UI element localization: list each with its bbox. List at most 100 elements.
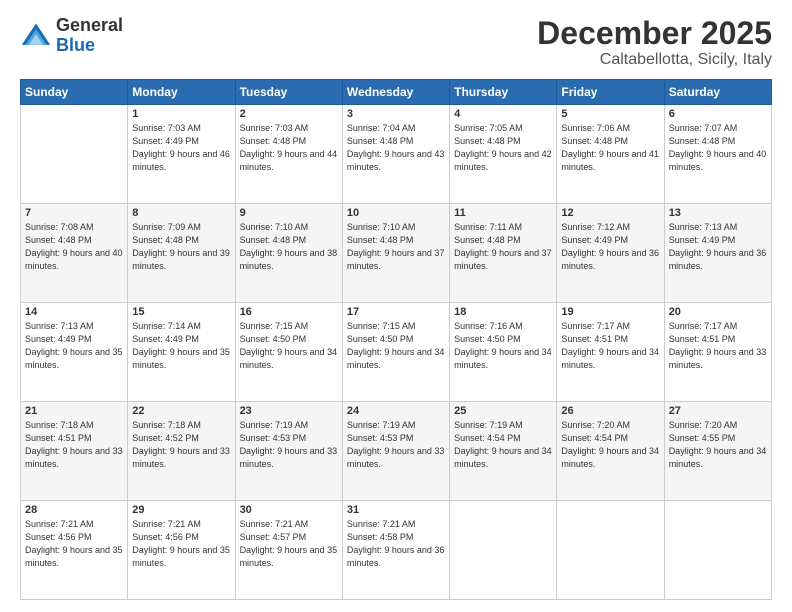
calendar-cell: 31Sunrise: 7:21 AMSunset: 4:58 PMDayligh… bbox=[342, 501, 449, 600]
col-header-friday: Friday bbox=[557, 80, 664, 105]
day-number: 9 bbox=[240, 207, 338, 219]
day-number: 20 bbox=[669, 306, 767, 318]
logo-icon bbox=[20, 20, 52, 52]
day-info: Sunrise: 7:12 AMSunset: 4:49 PMDaylight:… bbox=[561, 221, 659, 273]
calendar-cell: 18 Sunrise: 7:16 AMSunset: 4:50 PMDayligh… bbox=[450, 303, 557, 402]
day-number: 28 bbox=[25, 504, 123, 516]
calendar-week-2: 7Sunrise: 7:08 AMSunset: 4:48 PMDaylight… bbox=[21, 204, 772, 303]
day-info: Sunrise: 7:21 AMSunset: 4:57 PMDaylight:… bbox=[240, 518, 338, 570]
day-number: 18 bbox=[454, 306, 552, 318]
day-number: 6 bbox=[669, 108, 767, 120]
day-info: Sunrise: 7:11 AMSunset: 4:48 PMDaylight:… bbox=[454, 221, 552, 273]
day-info: Sunrise: 7:03 AMSunset: 4:48 PMDaylight:… bbox=[240, 122, 338, 174]
day-number: 22 bbox=[132, 405, 230, 417]
calendar-cell: 7Sunrise: 7:08 AMSunset: 4:48 PMDaylight… bbox=[21, 204, 128, 303]
day-info: Sunrise: 7:07 AMSunset: 4:48 PMDaylight:… bbox=[669, 122, 767, 174]
day-info: Sunrise: 7:20 AMSunset: 4:54 PMDaylight:… bbox=[561, 419, 659, 471]
col-header-tuesday: Tuesday bbox=[235, 80, 342, 105]
day-info: Sunrise: 7:13 AMSunset: 4:49 PMDaylight:… bbox=[25, 320, 123, 372]
logo-general: General bbox=[56, 16, 123, 36]
calendar-cell: 14Sunrise: 7:13 AMSunset: 4:49 PMDayligh… bbox=[21, 303, 128, 402]
calendar-cell: 10 Sunrise: 7:10 AMSunset: 4:48 PMDayligh… bbox=[342, 204, 449, 303]
day-number: 17 bbox=[347, 306, 445, 318]
day-number: 29 bbox=[132, 504, 230, 516]
calendar-week-3: 14Sunrise: 7:13 AMSunset: 4:49 PMDayligh… bbox=[21, 303, 772, 402]
calendar-cell: 12 Sunrise: 7:12 AMSunset: 4:49 PMDayligh… bbox=[557, 204, 664, 303]
month-title: December 2025 bbox=[537, 16, 772, 51]
calendar-cell: 26 Sunrise: 7:20 AMSunset: 4:54 PMDayligh… bbox=[557, 402, 664, 501]
day-info: Sunrise: 7:15 AMSunset: 4:50 PMDaylight:… bbox=[240, 320, 338, 372]
day-info: Sunrise: 7:10 AMSunset: 4:48 PMDaylight:… bbox=[240, 221, 338, 273]
day-number: 23 bbox=[240, 405, 338, 417]
calendar-cell bbox=[664, 501, 771, 600]
day-info: Sunrise: 7:21 AMSunset: 4:56 PMDaylight:… bbox=[132, 518, 230, 570]
calendar-cell: 3 Sunrise: 7:04 AMSunset: 4:48 PMDaylight… bbox=[342, 105, 449, 204]
day-number: 10 bbox=[347, 207, 445, 219]
calendar-cell: 11 Sunrise: 7:11 AMSunset: 4:48 PMDayligh… bbox=[450, 204, 557, 303]
calendar-week-5: 28 Sunrise: 7:21 AMSunset: 4:56 PMDayligh… bbox=[21, 501, 772, 600]
calendar-cell: 2 Sunrise: 7:03 AMSunset: 4:48 PMDaylight… bbox=[235, 105, 342, 204]
day-number: 3 bbox=[347, 108, 445, 120]
calendar-cell bbox=[21, 105, 128, 204]
day-info: Sunrise: 7:04 AMSunset: 4:48 PMDaylight:… bbox=[347, 122, 445, 174]
day-number: 5 bbox=[561, 108, 659, 120]
day-info: Sunrise: 7:03 AMSunset: 4:49 PMDaylight:… bbox=[132, 122, 230, 174]
day-number: 11 bbox=[454, 207, 552, 219]
calendar-cell: 5 Sunrise: 7:06 AMSunset: 4:48 PMDaylight… bbox=[557, 105, 664, 204]
header: General Blue December 2025 Caltabellotta… bbox=[20, 16, 772, 69]
day-number: 21 bbox=[25, 405, 123, 417]
day-info: Sunrise: 7:19 AMSunset: 4:54 PMDaylight:… bbox=[454, 419, 552, 471]
day-number: 26 bbox=[561, 405, 659, 417]
day-info: Sunrise: 7:10 AMSunset: 4:48 PMDaylight:… bbox=[347, 221, 445, 273]
calendar-cell: 19 Sunrise: 7:17 AMSunset: 4:51 PMDayligh… bbox=[557, 303, 664, 402]
day-info: Sunrise: 7:19 AMSunset: 4:53 PMDaylight:… bbox=[240, 419, 338, 471]
day-info: Sunrise: 7:14 AMSunset: 4:49 PMDaylight:… bbox=[132, 320, 230, 372]
day-info: Sunrise: 7:17 AMSunset: 4:51 PMDaylight:… bbox=[561, 320, 659, 372]
calendar-cell: 15 Sunrise: 7:14 AMSunset: 4:49 PMDayligh… bbox=[128, 303, 235, 402]
location: Caltabellotta, Sicily, Italy bbox=[537, 51, 772, 69]
day-number: 30 bbox=[240, 504, 338, 516]
day-number: 25 bbox=[454, 405, 552, 417]
calendar-cell bbox=[557, 501, 664, 600]
calendar-cell: 6 Sunrise: 7:07 AMSunset: 4:48 PMDaylight… bbox=[664, 105, 771, 204]
calendar-cell: 30 Sunrise: 7:21 AMSunset: 4:57 PMDayligh… bbox=[235, 501, 342, 600]
calendar-cell: 17Sunrise: 7:15 AMSunset: 4:50 PMDayligh… bbox=[342, 303, 449, 402]
day-number: 2 bbox=[240, 108, 338, 120]
day-number: 4 bbox=[454, 108, 552, 120]
day-info: Sunrise: 7:21 AMSunset: 4:58 PMDaylight:… bbox=[347, 518, 445, 570]
col-header-thursday: Thursday bbox=[450, 80, 557, 105]
calendar-week-1: 1Sunrise: 7:03 AMSunset: 4:49 PMDaylight… bbox=[21, 105, 772, 204]
calendar-cell: 23 Sunrise: 7:19 AMSunset: 4:53 PMDayligh… bbox=[235, 402, 342, 501]
col-header-wednesday: Wednesday bbox=[342, 80, 449, 105]
day-number: 19 bbox=[561, 306, 659, 318]
day-number: 15 bbox=[132, 306, 230, 318]
calendar-cell: 27Sunrise: 7:20 AMSunset: 4:55 PMDayligh… bbox=[664, 402, 771, 501]
col-header-sunday: Sunday bbox=[21, 80, 128, 105]
day-info: Sunrise: 7:17 AMSunset: 4:51 PMDaylight:… bbox=[669, 320, 767, 372]
logo-blue: Blue bbox=[56, 36, 123, 56]
calendar-cell: 22Sunrise: 7:18 AMSunset: 4:52 PMDayligh… bbox=[128, 402, 235, 501]
calendar-week-4: 21 Sunrise: 7:18 AMSunset: 4:51 PMDayligh… bbox=[21, 402, 772, 501]
calendar-cell: 4 Sunrise: 7:05 AMSunset: 4:48 PMDaylight… bbox=[450, 105, 557, 204]
calendar-cell: 25 Sunrise: 7:19 AMSunset: 4:54 PMDayligh… bbox=[450, 402, 557, 501]
day-info: Sunrise: 7:19 AMSunset: 4:53 PMDaylight:… bbox=[347, 419, 445, 471]
calendar-cell: 8Sunrise: 7:09 AMSunset: 4:48 PMDaylight… bbox=[128, 204, 235, 303]
calendar-cell: 29 Sunrise: 7:21 AMSunset: 4:56 PMDayligh… bbox=[128, 501, 235, 600]
page: General Blue December 2025 Caltabellotta… bbox=[0, 0, 792, 612]
day-number: 12 bbox=[561, 207, 659, 219]
logo: General Blue bbox=[20, 16, 123, 56]
day-info: Sunrise: 7:18 AMSunset: 4:51 PMDaylight:… bbox=[25, 419, 123, 471]
col-header-monday: Monday bbox=[128, 80, 235, 105]
col-header-saturday: Saturday bbox=[664, 80, 771, 105]
day-info: Sunrise: 7:09 AMSunset: 4:48 PMDaylight:… bbox=[132, 221, 230, 273]
logo-text: General Blue bbox=[56, 16, 123, 56]
calendar-table: SundayMondayTuesdayWednesdayThursdayFrid… bbox=[20, 79, 772, 600]
day-info: Sunrise: 7:06 AMSunset: 4:48 PMDaylight:… bbox=[561, 122, 659, 174]
title-block: December 2025 Caltabellotta, Sicily, Ita… bbox=[537, 16, 772, 69]
calendar-cell: 16Sunrise: 7:15 AMSunset: 4:50 PMDayligh… bbox=[235, 303, 342, 402]
calendar-cell: 21 Sunrise: 7:18 AMSunset: 4:51 PMDayligh… bbox=[21, 402, 128, 501]
day-info: Sunrise: 7:13 AMSunset: 4:49 PMDaylight:… bbox=[669, 221, 767, 273]
day-info: Sunrise: 7:16 AMSunset: 4:50 PMDaylight:… bbox=[454, 320, 552, 372]
day-info: Sunrise: 7:05 AMSunset: 4:48 PMDaylight:… bbox=[454, 122, 552, 174]
day-number: 27 bbox=[669, 405, 767, 417]
